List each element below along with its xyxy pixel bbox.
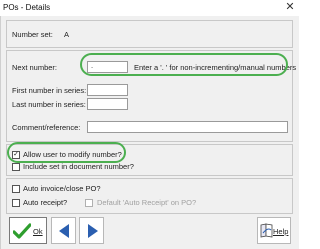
comment-input[interactable]	[87, 121, 288, 133]
last-number-input[interactable]	[87, 98, 128, 110]
auto-invoice-label: Auto invoice/close PO?	[23, 184, 101, 193]
checkmark-icon	[13, 223, 31, 239]
arrow-right-icon	[88, 224, 98, 238]
auto-invoice-checkbox[interactable]	[12, 185, 20, 193]
help-button[interactable]: Help	[257, 217, 291, 244]
include-set-checkbox[interactable]	[12, 163, 20, 171]
ok-button[interactable]: Ok	[9, 217, 47, 244]
auto-panel: Auto invoice/close PO? Auto receipt? Def…	[6, 178, 293, 214]
default-receipt-label: Default 'Auto Receipt' on PO?	[97, 198, 197, 207]
number-set-panel: Number set: A	[6, 20, 293, 48]
next-number-label: Next number:	[12, 63, 58, 72]
allow-modify-highlight	[7, 142, 126, 163]
next-button[interactable]	[79, 217, 104, 244]
first-number-label: First number in series:	[12, 86, 87, 95]
last-number-label: Last number in series:	[12, 100, 86, 109]
ok-label: Ok	[33, 227, 43, 236]
previous-button[interactable]	[51, 217, 76, 244]
help-book-icon	[260, 223, 273, 238]
include-set-label: Include set in document number?	[23, 162, 134, 171]
title-bar: POs - Details ✕	[0, 0, 300, 16]
help-label: Help	[273, 227, 289, 236]
default-receipt-checkbox[interactable]	[85, 199, 93, 207]
close-button[interactable]: ✕	[284, 1, 296, 14]
number-set-value: A	[64, 30, 70, 39]
auto-receipt-checkbox[interactable]	[12, 199, 20, 207]
first-number-input[interactable]	[87, 84, 128, 96]
comment-label: Comment/reference:	[12, 123, 81, 132]
arrow-left-icon	[59, 224, 69, 238]
dialog-body: Number set: A Next number: . Enter a '. …	[0, 16, 299, 249]
number-set-label: Number set:	[12, 30, 53, 39]
auto-receipt-label: Auto receipt?	[23, 198, 68, 207]
next-number-highlight	[80, 53, 288, 76]
window-title: POs - Details	[3, 3, 51, 12]
